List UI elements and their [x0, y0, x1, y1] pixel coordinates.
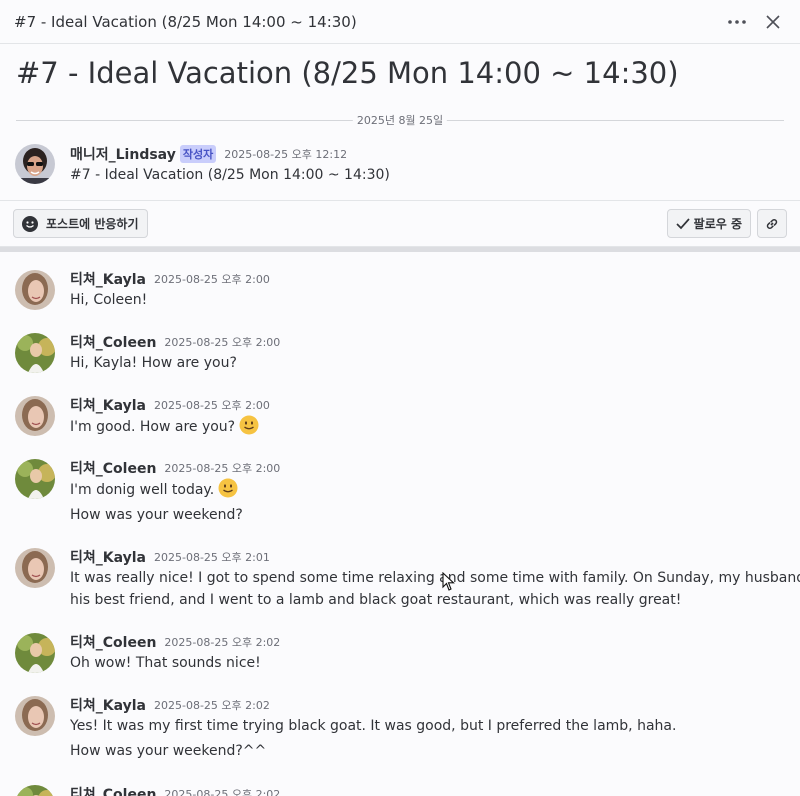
- message-timestamp: 2025-08-25 오후 2:02: [154, 699, 270, 712]
- message-text: I'm donig well today.: [70, 478, 800, 501]
- message-timestamp: 2025-08-25 오후 2:02: [164, 788, 281, 796]
- close-icon[interactable]: [760, 9, 786, 35]
- message-timestamp: 2025-08-25 오후 2:00: [164, 462, 281, 475]
- post-title: #7 - Ideal Vacation (8/25 Mon 14:00 ~ 14…: [16, 56, 679, 90]
- avatar-kayla[interactable]: [15, 548, 55, 588]
- author-badge: 작성자: [179, 145, 217, 163]
- avatar-coleen[interactable]: [15, 459, 55, 499]
- date-divider: 2025년 8월 25일: [16, 110, 784, 144]
- message-author[interactable]: 티쳐_Kayla: [70, 547, 146, 567]
- following-button[interactable]: 팔로우 중: [666, 209, 751, 238]
- react-to-post-button[interactable]: 포스트에 반응하기: [13, 209, 148, 238]
- react-to-post-label: 포스트에 반응하기: [46, 217, 139, 231]
- window-header: #7 - Ideal Vacation (8/25 Mon 14:00 ~ 14…: [0, 0, 800, 44]
- avatar-lindsay[interactable]: [15, 144, 55, 184]
- post-action-bar: 포스트에 반응하기 팔로우 중: [0, 200, 800, 246]
- message-timestamp: 2025-08-25 오후 2:02: [164, 636, 281, 649]
- message-timestamp: 2025-08-25 오후 2:00: [154, 273, 270, 286]
- message-text: How was your weekend?^^: [70, 743, 267, 759]
- message-item: 티쳐_Coleen 2025-08-25 오후 2:02: [0, 784, 800, 796]
- avatar-kayla[interactable]: [15, 396, 55, 436]
- message-text: Hi, Coleen!: [70, 292, 148, 308]
- message-timestamp: 2025-08-25 오후 2:01: [154, 551, 270, 564]
- message-item: 티쳐_Kayla 2025-08-25 오후 2:01 It was reall…: [0, 547, 800, 632]
- avatar-coleen[interactable]: [15, 785, 55, 796]
- avatar-coleen[interactable]: [15, 633, 55, 673]
- message-list: 티쳐_Kayla 2025-08-25 오후 2:00 Hi, Coleen! …: [0, 252, 800, 796]
- following-label: 팔로우 중: [693, 217, 742, 231]
- message-text-content: I'm donig well today.: [70, 482, 215, 498]
- message-author[interactable]: 티쳐_Coleen: [70, 632, 156, 652]
- message-text: Hi, Kayla! How are you?: [70, 355, 237, 371]
- message-item: 티쳐_Coleen 2025-08-25 오후 2:00 I'm donig w…: [0, 458, 800, 547]
- post-timestamp: 2025-08-25 오후 12:12: [224, 148, 348, 161]
- post-author[interactable]: 매니저_Lindsay: [70, 144, 176, 164]
- message-item: 티쳐_Coleen 2025-08-25 오후 2:02 Oh wow! Tha…: [0, 632, 800, 695]
- message-item: 티쳐_Coleen 2025-08-25 오후 2:00 Hi, Kayla! …: [0, 332, 800, 395]
- message-author[interactable]: 티쳐_Coleen: [70, 332, 156, 352]
- message-text: I'm good. How are you?: [70, 415, 800, 438]
- message-author[interactable]: 티쳐_Kayla: [70, 695, 146, 715]
- message-timestamp: 2025-08-25 오후 2:00: [154, 399, 270, 412]
- link-icon: [765, 217, 779, 231]
- message-text-content: I'm good. How are you?: [70, 419, 236, 435]
- avatar-coleen[interactable]: [15, 333, 55, 373]
- date-divider-label: 2025년 8월 25일: [352, 112, 448, 128]
- message-text: How was your weekend?: [70, 507, 243, 523]
- message-text: his best friend, and I went to a lamb an…: [70, 592, 682, 608]
- avatar-kayla[interactable]: [15, 270, 55, 310]
- message-author[interactable]: 티쳐_Coleen: [70, 458, 156, 478]
- slightly-smiling-face-icon[interactable]: [218, 478, 238, 498]
- message-author[interactable]: 티쳐_Coleen: [70, 784, 156, 796]
- copy-link-button[interactable]: [757, 209, 787, 238]
- message-text: Yes! It was my first time trying black g…: [70, 718, 677, 734]
- message-item: 티쳐_Kayla 2025-08-25 오후 2:02 Yes! It was …: [0, 695, 800, 784]
- smile-icon: [22, 215, 38, 232]
- message-author[interactable]: 티쳐_Kayla: [70, 269, 146, 289]
- window-title: #7 - Ideal Vacation (8/25 Mon 14:00 ~ 14…: [14, 12, 357, 31]
- post-text: #7 - Ideal Vacation (8/25 Mon 14:00 ~ 14…: [70, 167, 390, 183]
- message-author[interactable]: 티쳐_Kayla: [70, 395, 146, 415]
- avatar-kayla[interactable]: [15, 696, 55, 736]
- mouse-cursor-icon: [442, 571, 456, 592]
- message-item: 티쳐_Kayla 2025-08-25 오후 2:00 I'm good. Ho…: [0, 395, 800, 458]
- message-item: 티쳐_Kayla 2025-08-25 오후 2:00 Hi, Coleen!: [0, 269, 800, 332]
- check-icon: [676, 217, 690, 230]
- message-text: Oh wow! That sounds nice!: [70, 655, 261, 671]
- message-text: It was really nice! I got to spend some …: [70, 570, 800, 586]
- message-timestamp: 2025-08-25 오후 2:00: [164, 336, 281, 349]
- original-post: 매니저_Lindsay 작성자 2025-08-25 오후 12:12 #7 -…: [0, 144, 800, 200]
- more-dots-icon[interactable]: [724, 9, 750, 35]
- slightly-smiling-face-icon[interactable]: [239, 415, 259, 435]
